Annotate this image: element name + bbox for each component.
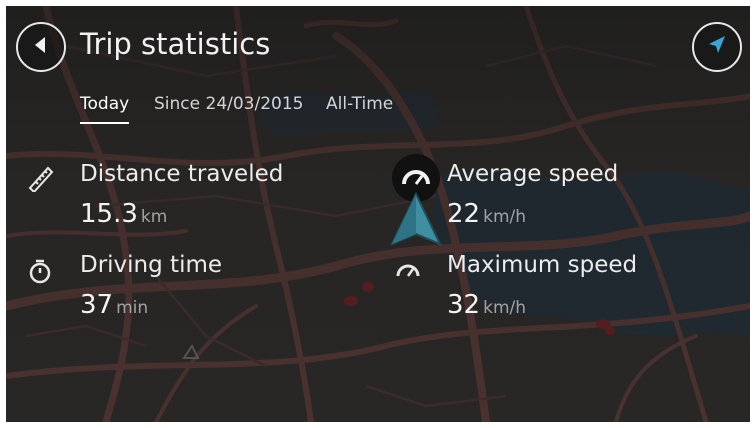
distance-value: 15.3 km — [80, 196, 167, 235]
navigation-arrow-icon — [705, 33, 729, 61]
distance-label: Distance traveled — [80, 161, 284, 187]
average-speed-value: 22 km/h — [447, 196, 526, 235]
page-title: Trip statistics — [80, 27, 271, 61]
tab-all-time[interactable]: All-Time — [326, 92, 393, 122]
average-speed-unit: km/h — [483, 207, 527, 227]
driving-time-number: 37 — [80, 290, 114, 320]
ruler-icon — [24, 162, 56, 194]
driving-time-label: Driving time — [80, 252, 223, 278]
distance-number: 15.3 — [80, 199, 138, 229]
trip-statistics-screen: Trip statistics Today Since 24/03/2015 A… — [6, 6, 750, 422]
average-speed-number: 22 — [447, 199, 481, 229]
tab-today[interactable]: Today — [80, 92, 130, 124]
maximum-speed-label: Maximum speed — [447, 252, 638, 278]
driving-time-unit: min — [116, 298, 149, 318]
distance-unit: km — [140, 207, 168, 227]
maximum-speed-unit: km/h — [483, 298, 527, 318]
back-arrow-icon — [29, 33, 53, 61]
driving-time-value: 37 min — [80, 287, 148, 326]
speedometer-icon — [392, 254, 424, 286]
average-speed-label: Average speed — [447, 161, 619, 187]
back-button[interactable] — [16, 22, 66, 72]
current-location-button[interactable] — [692, 22, 742, 72]
maximum-speed-value: 32 km/h — [447, 287, 526, 326]
stopwatch-icon — [24, 255, 56, 287]
maximum-speed-number: 32 — [447, 290, 481, 320]
vehicle-position-marker — [389, 154, 443, 246]
tab-since-date[interactable]: Since 24/03/2015 — [154, 92, 303, 122]
